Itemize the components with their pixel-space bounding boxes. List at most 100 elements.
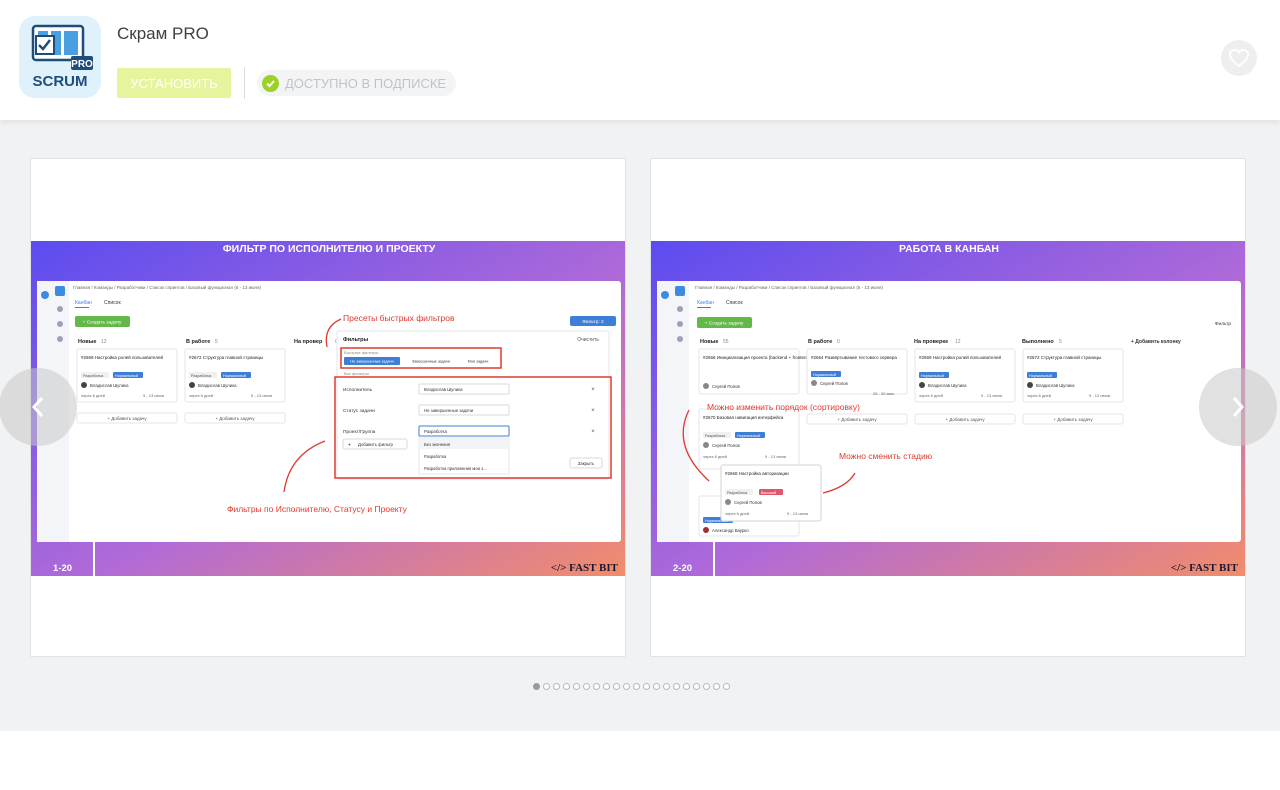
slide-1-row-0-label: Исполнитель — [343, 387, 373, 393]
slide-2-page: 2-20 — [673, 563, 692, 574]
slide-2-card-5-due: через 6 дней — [703, 454, 727, 459]
slide-1-col-review: На провер — [294, 339, 323, 345]
screenshot-gallery: ФИЛЬТР ПО ИСПОЛНИТЕЛЮ И ПРОЕКТУ Главная … — [0, 120, 1280, 731]
pagination-dot[interactable] — [603, 683, 610, 690]
slide-1-row-0-value: Владислав Шулика — [424, 387, 463, 392]
slide-2-col-done-count: 5 — [1059, 339, 1062, 345]
slide-2-card-3-dates: 9 - 13 июня — [981, 393, 1002, 398]
slide-2-card-4-due: через 6 дней — [1027, 393, 1051, 398]
slide-1-card-1-user: Владислав Шулика — [90, 383, 129, 388]
slide-1-page: 1-20 — [53, 563, 72, 574]
slide-2-heading: РАБОТА В КАНБАН — [899, 243, 999, 255]
slide-1-image: ФИЛЬТР ПО ИСПОЛНИТЕЛЮ И ПРОЕКТУ Главная … — [31, 241, 625, 576]
gallery-slide-2[interactable]: РАБОТА В КАНБАН Главная / Команды / Разр… — [650, 158, 1246, 657]
slide-2-col-review-count: 12 — [955, 339, 961, 345]
favorite-button[interactable] — [1221, 40, 1257, 76]
subscription-label: ДОСТУПНО В ПОДПИСКЕ — [285, 75, 447, 91]
slide-1-breadcrumb: Главная / Команды / Разработчики / Списо… — [73, 284, 261, 290]
slide-2-card-4-user: Владислав Шулика — [1036, 383, 1075, 388]
app-title: Скрам PRO — [117, 24, 209, 43]
pagination-dot[interactable] — [653, 683, 660, 690]
slide-1-card-1-title: #2669 Настройка ролей пользователей — [81, 354, 164, 360]
slide-1-card-2-tag2: Нормальный — [223, 374, 246, 378]
pagination-dot[interactable] — [643, 683, 650, 690]
pagination-dot[interactable] — [563, 683, 570, 690]
slide-2-drag-user: Сергей Попов — [734, 500, 763, 505]
gallery-next-button[interactable] — [1199, 368, 1277, 446]
slide-1-close: Закрыть — [578, 461, 595, 466]
slide-2-card-3-tag: Нормальный — [921, 374, 944, 378]
slide-2-card-3-due: через 6 дней — [919, 393, 943, 398]
page-bottom — [0, 731, 1280, 790]
slide-1-tab-kanban: Канбан — [75, 300, 92, 306]
slide-2-annotation-right: Можно сменить стадию — [839, 451, 933, 461]
pagination-dot[interactable] — [553, 683, 560, 690]
slide-1-annotation-top: Пресеты быстрых фильтров — [343, 313, 455, 323]
slide-2-card-4-dates: 9 - 13 июня — [1089, 393, 1110, 398]
slide-2-tab-list: Список — [726, 300, 743, 306]
slide-2-card-4-title: #2672 Структура главной страницы — [1027, 354, 1101, 360]
pagination-dot[interactable] — [583, 683, 590, 690]
slide-2-col-new: Новые — [700, 339, 718, 345]
slide-2-card-1-user: Сергей Попов — [712, 384, 741, 389]
slide-1-col-work-count: 5 — [215, 339, 218, 345]
slide-2-card-4-tag: Нормальный — [1029, 374, 1052, 378]
gallery-pagination — [533, 683, 730, 690]
pagination-dot[interactable] — [533, 683, 540, 690]
slide-1-filter-button: Фильтр: 2 — [582, 319, 604, 325]
slide-2-image: РАБОТА В КАНБАН Главная / Команды / Разр… — [651, 241, 1245, 576]
pagination-dot[interactable] — [713, 683, 720, 690]
slide-1-card-2-dates: 9 - 13 июня — [251, 393, 272, 398]
slide-2-add-task-4: + Добавить задачу — [1053, 417, 1093, 422]
slide-1-filters-clear: Очистить — [577, 337, 599, 343]
slide-2-annotation-top: Можно изменить порядок (сортировку) — [707, 402, 860, 412]
install-button[interactable]: УСТАНОВИТЬ — [117, 68, 231, 98]
slide-2-card-2-title: #2664 Развёртывание тестового сервера — [811, 355, 897, 360]
slide-1-card-2-due: через 6 дней — [189, 393, 213, 398]
pagination-dot[interactable] — [623, 683, 630, 690]
slide-2-col-new-count: 55 — [723, 339, 729, 345]
pagination-dot[interactable] — [723, 683, 730, 690]
slide-2-add-task-3: + Добавить задачу — [945, 417, 985, 422]
slide-2-filter: Фильтр — [1215, 321, 1231, 327]
slide-1-card-1-dates: 9 - 13 июня — [143, 393, 164, 398]
slide-1-card-1-tag2: Нормальный — [115, 374, 138, 378]
pagination-dot[interactable] — [543, 683, 550, 690]
pagination-dot[interactable] — [573, 683, 580, 690]
slide-1-all-label: Все фильтры — [344, 371, 369, 376]
slide-1-card-2-tag1: Разработка — [191, 374, 212, 378]
pagination-dot[interactable] — [593, 683, 600, 690]
slide-1-row-2-value: Разработка — [424, 429, 448, 434]
pagination-dot[interactable] — [663, 683, 670, 690]
pagination-dot[interactable] — [703, 683, 710, 690]
slide-2-col-review: На проверке — [914, 339, 948, 345]
slide-1-card-2-title: #2672 Структура главной страницы — [189, 354, 263, 360]
slide-1-quick-2: Мои задачи — [468, 360, 489, 364]
slide-2-col-work: В работе — [808, 338, 832, 345]
slide-1-brand: </> FAST BIT — [551, 562, 619, 574]
chevron-right-icon — [1232, 397, 1245, 417]
heart-icon — [1228, 48, 1250, 68]
pagination-dot[interactable] — [683, 683, 690, 690]
gallery-prev-button[interactable] — [0, 368, 77, 446]
slide-2-drag-tag2: Высокий — [761, 491, 776, 495]
pagination-dot[interactable] — [613, 683, 620, 690]
app-icon-label: SCRUM — [33, 73, 88, 90]
slide-1-create-task: + Создать задачу — [83, 320, 122, 326]
pagination-dot[interactable] — [633, 683, 640, 690]
subscription-badge: ДОСТУПНО В ПОДПИСКЕ — [257, 70, 457, 96]
pagination-dot[interactable] — [693, 683, 700, 690]
app-icon-badge: PRO — [71, 59, 93, 70]
gallery-slide-1[interactable]: ФИЛЬТР ПО ИСПОЛНИТЕЛЮ И ПРОЕКТУ Главная … — [30, 158, 626, 657]
slide-1-row-1-value: Не завершенные задачи — [424, 408, 474, 413]
slide-2-card-3-title: #2669 Настройка ролей пользователей — [919, 354, 1002, 360]
slide-1-row-2-label: Проект/Группа — [343, 429, 376, 435]
slide-1-annotation-bottom: Фильтры по Исполнителю, Статусу и Проект… — [227, 504, 408, 514]
chevron-left-icon — [31, 397, 44, 417]
svg-text:+: + — [348, 443, 351, 449]
slide-1-col-work: В работе — [186, 338, 210, 345]
slide-2-card-6-user: Александр Ваурко — [712, 528, 749, 533]
slide-2-add-column: + Добавить колонку — [1131, 338, 1181, 345]
pagination-dot[interactable] — [673, 683, 680, 690]
app-icon: PRO SCRUM — [19, 16, 101, 98]
